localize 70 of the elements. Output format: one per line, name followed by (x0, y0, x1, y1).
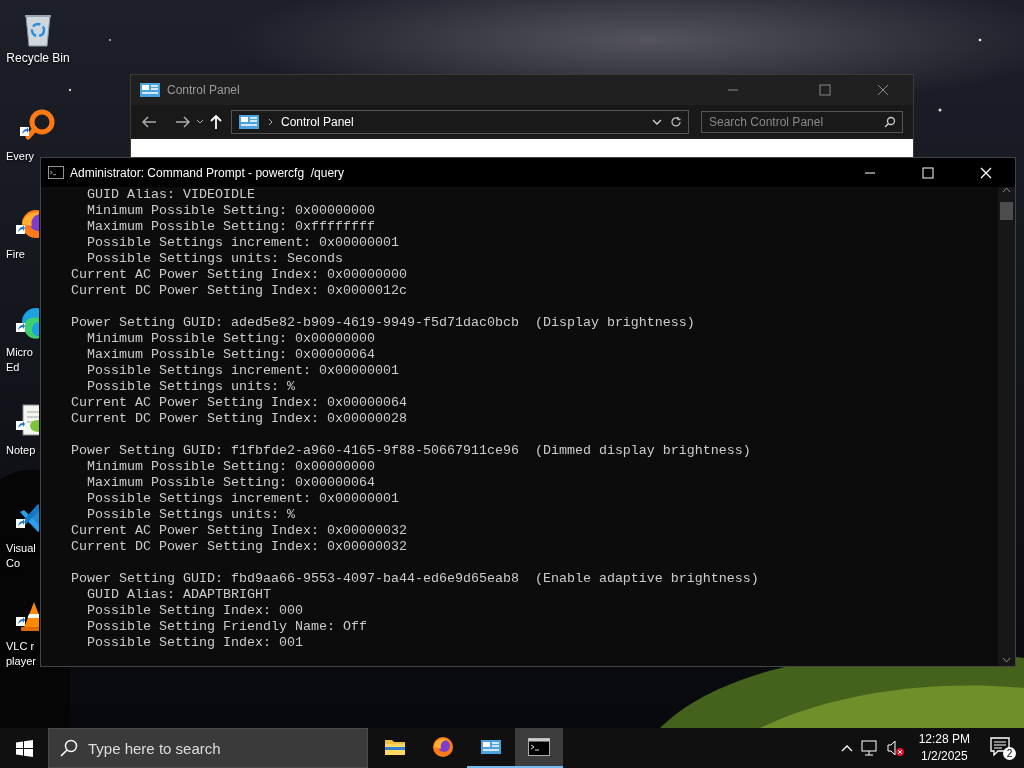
windows-logo-icon[interactable] (15, 739, 33, 757)
forward-arrow-icon[interactable] (175, 115, 191, 129)
console-line: Power Setting GUID: fbd9aa66-9553-4097-ba44-ed6e9d65eab8 (Enable adaptive brightness) (71, 571, 759, 587)
control-panel-icon (139, 81, 161, 99)
console-line: Minimum Possible Setting: 0x00000000 (86, 459, 375, 475)
terminal-icon (528, 738, 550, 756)
console-line: Possible Setting Friendly Name: Off (86, 619, 367, 635)
search-field[interactable]: Search Control Panel (701, 111, 903, 133)
caret-icon[interactable] (652, 118, 662, 126)
up-arrow-icon[interactable] (209, 114, 223, 130)
search-icon (884, 116, 896, 128)
desktop-icon-label[interactable]: Visual (6, 541, 36, 556)
console-line: Current AC Power Setting Index: 0x00000032 (71, 523, 407, 539)
notification-badge: 2 (1003, 747, 1016, 760)
address-text: Control Panel (281, 115, 355, 129)
chevron-up-icon[interactable] (840, 744, 853, 752)
window-title: Administrator: Command Prompt - powercfg /query (70, 165, 346, 180)
console-line: Power Setting GUID: f1fbfde2-a960-4165-9f88-50667911ce96 (Dimmed display brightness) (71, 443, 751, 459)
folder-icon (384, 737, 406, 757)
caret-icon[interactable] (195, 118, 205, 126)
search-field[interactable]: Type here to search (48, 728, 368, 768)
chevron-icon (268, 118, 273, 126)
scrollbar[interactable] (998, 187, 1015, 666)
console-line: Current DC Power Setting Index: 0x00000028 (71, 411, 407, 427)
console-line: Current DC Power Setting Index: 0x0000012c (71, 283, 407, 299)
desktop-icon-label[interactable]: Micro (6, 345, 33, 360)
speech-bubble-icon[interactable] (990, 737, 1010, 757)
console-line: Possible Settings increment: 0x00000001 (86, 491, 399, 507)
desktop-icon-label[interactable]: Ed (6, 360, 20, 375)
console-line: Possible Settings increment: 0x00000001 (86, 363, 399, 379)
console-line: Possible Settings units: Seconds (86, 251, 343, 267)
terminal-icon (48, 166, 64, 179)
console-line: Possible Setting Index: 001 (86, 635, 303, 651)
control-panel-icon (480, 738, 502, 756)
console-line: Maximum Possible Setting: 0x00000064 (86, 475, 375, 491)
console-line: Power Setting GUID: aded5e82-b909-4619-9949-f5d71dac0bcb (Display brightness) (71, 315, 695, 331)
console-line: GUID Alias: ADAPTBRIGHT (86, 587, 271, 603)
down-caret-icon[interactable] (1002, 657, 1011, 663)
console-line: Minimum Possible Setting: 0x00000000 (86, 331, 375, 347)
desktop-icon-label[interactable]: Fire (6, 247, 25, 262)
console-line: Current AC Power Setting Index: 0x00000000 (71, 267, 407, 283)
search-icon (60, 739, 78, 757)
desktop-icon-label[interactable]: Recycle Bin (6, 51, 70, 66)
address-bar[interactable]: Control Panel (231, 110, 689, 134)
desktop-icon-label[interactable]: Notep (6, 443, 36, 458)
desktop-icon-label[interactable]: player (6, 654, 36, 669)
flame-globe-icon (432, 736, 454, 758)
console-line: Maximum Possible Setting: 0xffffffff (86, 219, 375, 235)
up-caret-icon[interactable] (1002, 187, 1011, 193)
network-icon[interactable] (860, 740, 879, 756)
console-line: Current AC Power Setting Index: 0x00000064 (71, 395, 407, 411)
scroll-thumb[interactable] (1000, 202, 1013, 220)
console-line: Maximum Possible Setting: 0x00000064 (86, 347, 375, 363)
muted-speaker-icon[interactable] (886, 740, 905, 756)
control-panel-icon (238, 113, 260, 131)
console-line: Current DC Power Setting Index: 0x00000032 (71, 539, 407, 555)
desktop-icon-label[interactable]: Co (6, 556, 21, 571)
console-line: Possible Setting Index: 000 (86, 603, 303, 619)
console-line: Possible Settings units: % (86, 379, 295, 395)
back-arrow-icon[interactable] (141, 115, 157, 129)
console-line: Minimum Possible Setting: 0x00000000 (86, 203, 375, 219)
console-line: GUID Alias: VIDEOIDLE (86, 187, 255, 203)
refresh-icon[interactable] (670, 116, 682, 128)
clock[interactable]: 12:28 PM 1/2/2025 (918, 731, 970, 765)
console-line: Possible Settings increment: 0x00000001 (86, 235, 399, 251)
console-line: Possible Settings units: % (86, 507, 295, 523)
desktop-icon-label[interactable]: VLC r (6, 639, 35, 654)
window-title: Control Panel (167, 83, 241, 97)
taskbar-button[interactable] (515, 728, 563, 768)
desktop-icon-label[interactable]: Every (6, 149, 35, 164)
